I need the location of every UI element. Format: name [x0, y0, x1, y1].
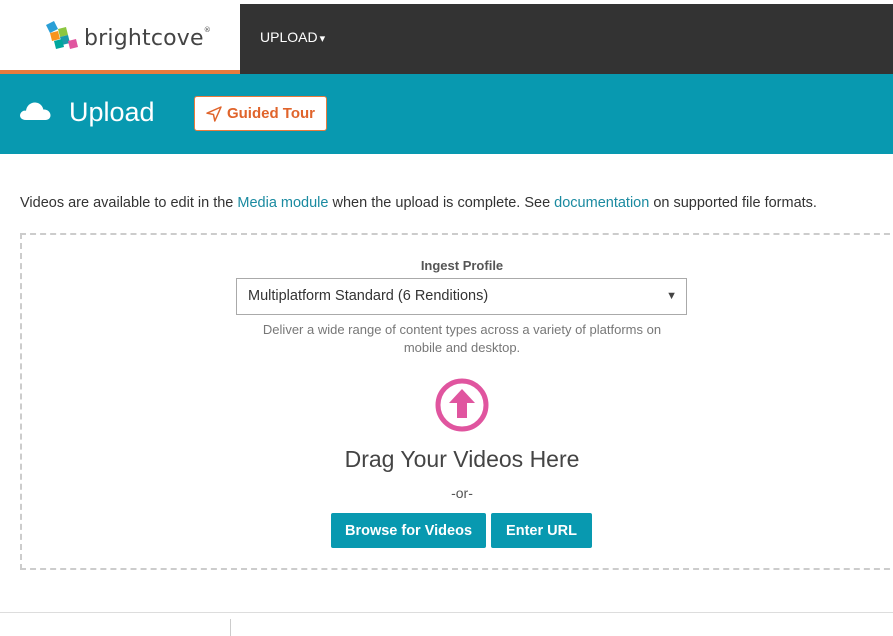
- info-prefix: Videos are available to edit in the: [20, 195, 238, 211]
- brightcove-logo-mark-icon: [46, 21, 78, 49]
- ingest-profile-value: Multiplatform Standard (6 Renditions): [248, 288, 489, 304]
- bottom-separator: [230, 619, 231, 636]
- ingest-profile-description: Deliver a wide range of content types ac…: [262, 322, 662, 355]
- top-navbar: brightcove® UPLOAD ▾: [0, 4, 893, 74]
- documentation-link[interactable]: documentation: [554, 195, 649, 211]
- video-dropzone[interactable]: Ingest Profile Multiplatform Standard (6…: [20, 233, 893, 570]
- guided-tour-label: Guided Tour: [226, 105, 316, 122]
- nav-upload-menu[interactable]: UPLOAD ▾: [260, 29, 325, 45]
- page-header-banner: Upload Guided Tour: [0, 74, 893, 154]
- info-middle: when the upload is complete. See: [328, 195, 555, 211]
- browse-videos-button[interactable]: Browse for Videos: [331, 513, 486, 548]
- or-separator: -or-: [451, 485, 473, 501]
- enter-url-button[interactable]: Enter URL: [491, 513, 592, 548]
- upload-info-text: Videos are available to edit in the Medi…: [20, 195, 817, 211]
- registered-mark: ®: [203, 26, 211, 34]
- select-caret-icon: ▼: [666, 290, 677, 302]
- guided-tour-button[interactable]: Guided Tour: [194, 96, 327, 131]
- ingest-profile-label: Ingest Profile: [420, 258, 504, 273]
- navigation-arrow-icon: [206, 105, 222, 122]
- bottom-divider: [0, 612, 893, 613]
- info-suffix: on supported file formats.: [649, 195, 817, 211]
- brightcove-logo[interactable]: brightcove®: [0, 4, 240, 74]
- caret-down-icon: ▾: [319, 33, 326, 45]
- cloud-icon: [20, 102, 51, 120]
- nav-upload-label: UPLOAD: [260, 29, 318, 45]
- drag-videos-heading: Drag Your Videos Here: [344, 446, 580, 472]
- ingest-profile-select[interactable]: Multiplatform Standard (6 Renditions) ▼: [236, 278, 687, 315]
- upload-arrow-circle-icon: [435, 378, 489, 432]
- media-module-link[interactable]: Media module: [237, 195, 328, 211]
- logo-text: brightcove®: [84, 26, 211, 51]
- upload-page: brightcove® UPLOAD ▾ Upload Guided Tour V…: [0, 0, 893, 636]
- page-title: Upload: [69, 97, 155, 127]
